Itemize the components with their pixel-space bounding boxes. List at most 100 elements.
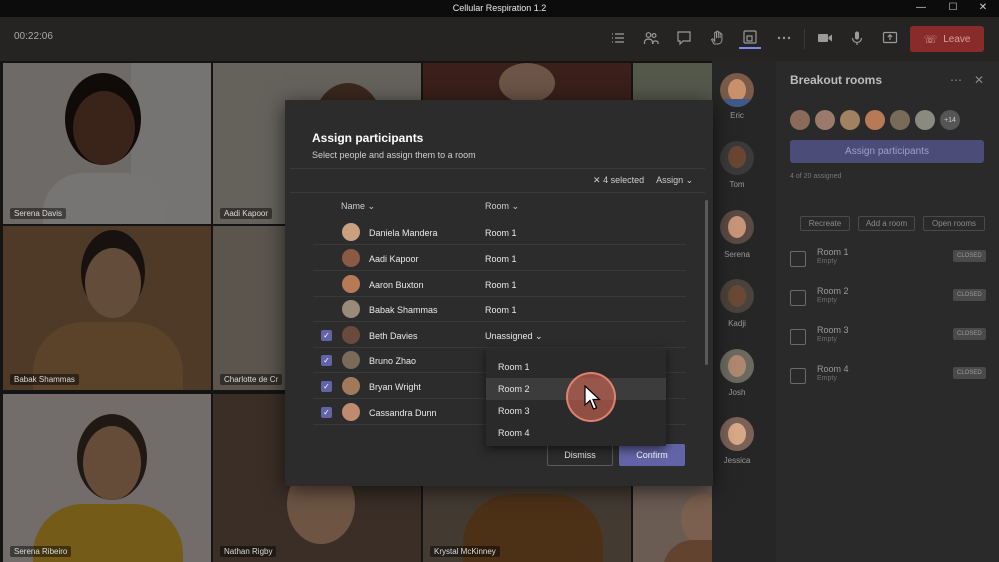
camera-icon[interactable]: [814, 27, 836, 49]
column-header-name[interactable]: Name ⌄: [341, 201, 375, 212]
participant-strip: Eric Tom Serena Kadji Josh Jessica: [712, 61, 776, 562]
tile-name: Nathan Rigby: [220, 546, 277, 557]
tile-name: Serena Ribeiro: [10, 546, 72, 557]
room-icon: [790, 368, 806, 384]
row-checkbox[interactable]: ✓: [321, 381, 332, 392]
room-status: Empty: [817, 297, 837, 304]
avatar[interactable]: [720, 417, 754, 451]
room-dropdown[interactable]: Unassigned ⌄: [485, 331, 543, 342]
room-assignment[interactable]: Room 1: [485, 254, 517, 264]
participant-name: Daniela Mandera: [369, 228, 438, 238]
room-assignment[interactable]: Room 1: [485, 280, 517, 290]
avatar: [342, 223, 360, 241]
mouse-cursor-icon: [584, 385, 602, 410]
table-row[interactable]: Babak Shammas Room 1: [313, 297, 686, 322]
dropdown-option[interactable]: Room 1: [486, 356, 666, 378]
table-row[interactable]: Aadi Kapoor Room 1: [313, 246, 686, 271]
avatar: [865, 110, 885, 130]
table-row[interactable]: ✓ Beth Davies Unassigned ⌄: [313, 323, 686, 348]
avatar[interactable]: [720, 210, 754, 244]
clear-selection-icon[interactable]: ✕: [593, 175, 601, 185]
column-header-room[interactable]: Room ⌄: [485, 201, 519, 212]
avatar[interactable]: [720, 349, 754, 383]
table-row[interactable]: Daniela Mandera Room 1: [313, 220, 686, 245]
participant-name: Cassandra Dunn: [369, 408, 437, 418]
avatar: [342, 275, 360, 293]
room-name: Room 1: [817, 247, 849, 257]
participant-name: Josh: [728, 388, 746, 397]
chat-icon[interactable]: [673, 27, 695, 49]
room-name: Room 4: [817, 364, 849, 374]
participant-name: Bruno Zhao: [369, 356, 417, 366]
recreate-button[interactable]: Recreate: [800, 216, 850, 231]
people-icon[interactable]: [640, 27, 662, 49]
room-status: Empty: [817, 336, 837, 343]
raise-hand-icon[interactable]: [706, 27, 728, 49]
more-options-icon[interactable]: ⋯: [950, 73, 962, 87]
dropdown-option[interactable]: Room 4: [486, 422, 666, 444]
room-item[interactable]: Room 3 Empty CLOSED: [790, 325, 986, 355]
row-checkbox[interactable]: ✓: [321, 355, 332, 366]
share-screen-icon[interactable]: [879, 27, 901, 49]
dialog-subtitle: Select people and assign them to a room: [312, 150, 476, 160]
assign-dropdown[interactable]: Assign ⌄: [656, 175, 693, 186]
meeting-timer: 00:22:06: [14, 31, 53, 42]
dismiss-button[interactable]: Dismiss: [547, 444, 613, 466]
divider: [290, 192, 705, 193]
tile-name: Krystal McKinney: [430, 546, 500, 557]
breakout-rooms-icon[interactable]: [739, 27, 761, 49]
close-panel-icon[interactable]: ✕: [974, 73, 984, 87]
room-assignment[interactable]: Room 1: [485, 305, 517, 315]
chevron-down-icon: ⌄: [511, 201, 520, 211]
participant-name: Eric: [730, 111, 744, 120]
avatar: [342, 249, 360, 267]
row-checkbox[interactable]: ✓: [321, 330, 332, 341]
room-item[interactable]: Room 1 Empty CLOSED: [790, 247, 986, 277]
leave-button[interactable]: ☏ Leave: [910, 26, 984, 52]
minimize-icon[interactable]: —: [912, 2, 930, 13]
maximize-icon[interactable]: ☐: [944, 2, 962, 13]
window-title: Cellular Respiration 1.2: [452, 3, 547, 13]
avatar-overflow: +14: [940, 110, 960, 130]
open-rooms-button[interactable]: Open rooms: [923, 216, 985, 231]
status-badge: CLOSED: [953, 367, 986, 379]
avatar[interactable]: [720, 141, 754, 175]
room-item[interactable]: Room 2 Empty CLOSED: [790, 286, 986, 316]
tile-name: Serena Davis: [10, 208, 67, 219]
room-icon: [790, 290, 806, 306]
table-row[interactable]: Aaron Buxton Room 1: [313, 272, 686, 297]
panel-title: Breakout rooms: [790, 73, 883, 87]
assign-participants-button[interactable]: Assign participants: [790, 140, 984, 163]
add-room-button[interactable]: Add a room: [858, 216, 915, 231]
mic-icon[interactable]: [846, 27, 868, 49]
window-title-bar: Cellular Respiration 1.2 — ☐ ✕: [0, 0, 999, 17]
room-item[interactable]: Room 4 Empty CLOSED: [790, 364, 986, 394]
list-icon[interactable]: [607, 27, 629, 49]
video-tile[interactable]: Serena Ribeiro: [3, 394, 211, 562]
assigned-status: 4 of 20 assigned: [790, 173, 842, 180]
status-badge: CLOSED: [953, 328, 986, 340]
avatar: [342, 377, 360, 395]
room-name: Room 3: [817, 325, 849, 335]
more-icon[interactable]: [773, 27, 795, 49]
confirm-button[interactable]: Confirm: [619, 444, 685, 466]
scrollbar[interactable]: [705, 200, 708, 365]
tile-name: Aadi Kapoor: [220, 208, 273, 219]
chevron-down-icon: ⌄: [367, 201, 376, 211]
video-tile[interactable]: Babak Shammas: [3, 226, 211, 390]
status-badge: CLOSED: [953, 250, 986, 262]
close-window-icon[interactable]: ✕: [974, 2, 992, 13]
participant-name: Aadi Kapoor: [369, 254, 419, 264]
participant-name: Aaron Buxton: [369, 280, 424, 290]
row-checkbox[interactable]: ✓: [321, 407, 332, 418]
avatar[interactable]: [720, 73, 754, 107]
avatar[interactable]: [720, 279, 754, 313]
selected-count[interactable]: ✕ 4 selected: [593, 175, 644, 186]
toolbar-divider: [804, 29, 805, 49]
room-name: Room 2: [817, 286, 849, 296]
avatar: [342, 351, 360, 369]
video-tile[interactable]: Serena Davis: [3, 63, 211, 224]
room-assignment[interactable]: Room 1: [485, 228, 517, 238]
avatar: [840, 110, 860, 130]
participant-name: Beth Davies: [369, 331, 418, 341]
